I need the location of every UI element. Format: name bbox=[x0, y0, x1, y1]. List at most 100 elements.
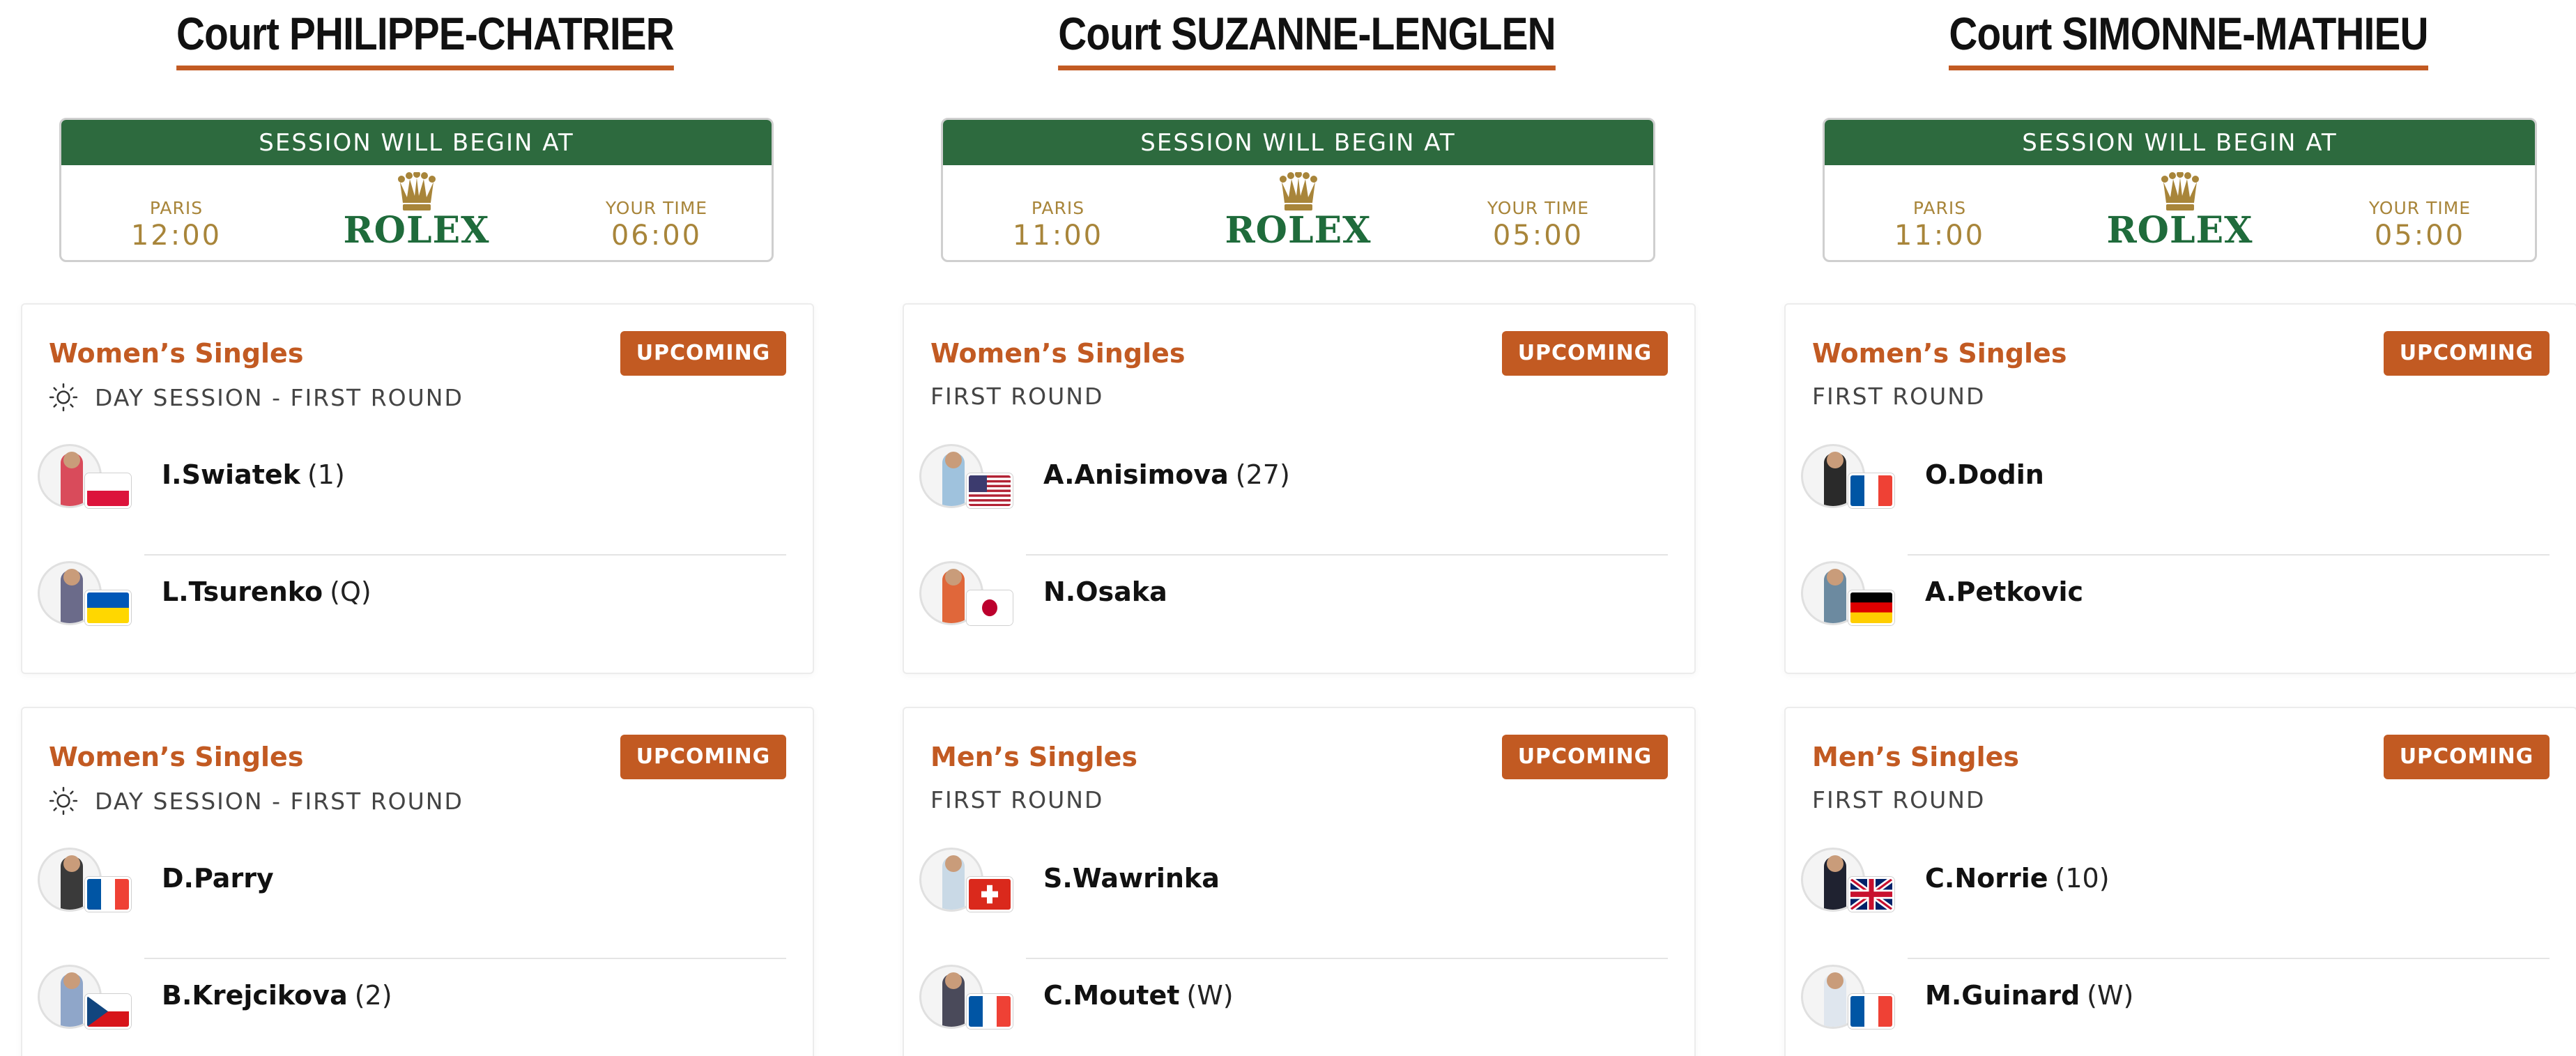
player-name[interactable]: C.Norrie (10) bbox=[1925, 863, 2110, 894]
rolex-logo: ROLEX bbox=[1225, 172, 1371, 249]
round-text: DAY SESSION - FIRST ROUND bbox=[95, 383, 463, 411]
rolex-wordmark: ROLEX bbox=[1225, 209, 1372, 252]
player-seed: (2) bbox=[354, 980, 392, 1011]
match-card[interactable]: Women’s Singles UPCOMING DAY SESSION - F… bbox=[21, 707, 814, 1056]
your-time-label: YOUR TIME bbox=[605, 198, 708, 218]
session-start-box: SESSION WILL BEGIN AT PARIS 11:00 ROLEX … bbox=[1823, 118, 2537, 262]
status-badge: UPCOMING bbox=[2384, 331, 2550, 376]
player-row[interactable]: C.Moutet (W) bbox=[919, 965, 1672, 1041]
player-seed: (27) bbox=[1235, 459, 1290, 490]
player-row[interactable]: C.Norrie (10) bbox=[1801, 848, 2554, 924]
paris-time: PARIS 11:00 bbox=[953, 198, 1163, 252]
crown-icon bbox=[2161, 172, 2199, 211]
crown-icon bbox=[397, 172, 436, 211]
flag-france-icon bbox=[1848, 994, 1894, 1029]
round-text: FIRST ROUND bbox=[930, 786, 1104, 813]
round-text: FIRST ROUND bbox=[1812, 786, 1986, 813]
paris-label: PARIS bbox=[149, 198, 204, 218]
flag-france-icon bbox=[967, 994, 1013, 1029]
status-badge: UPCOMING bbox=[1502, 331, 1668, 376]
flag-france-icon bbox=[85, 877, 131, 912]
paris-time-value: 12:00 bbox=[130, 220, 222, 252]
player-divider bbox=[1026, 958, 1668, 959]
player-divider bbox=[144, 958, 786, 959]
player-name[interactable]: N.Osaka bbox=[1043, 576, 1167, 607]
your-time: YOUR TIME 06:00 bbox=[552, 198, 761, 252]
match-card[interactable]: Men’s Singles UPCOMING FIRST ROUND S.Waw… bbox=[903, 707, 1696, 1056]
player-seed: (1) bbox=[307, 459, 345, 490]
round-text: FIRST ROUND bbox=[1812, 383, 1986, 410]
paris-time-value: 11:00 bbox=[1012, 220, 1104, 252]
your-time-label: YOUR TIME bbox=[1487, 198, 1590, 218]
player-name[interactable]: L.Tsurenko (Q) bbox=[162, 576, 371, 607]
player-name[interactable]: S.Wawrinka bbox=[1043, 863, 1220, 894]
event-name: Men’s Singles bbox=[1812, 742, 2019, 772]
flag-ukraine-icon bbox=[85, 590, 131, 625]
player-divider bbox=[1908, 958, 2550, 959]
player-name[interactable]: A.Petkovic bbox=[1925, 576, 2083, 607]
your-time: YOUR TIME 05:00 bbox=[1434, 198, 1643, 252]
court-title[interactable]: Court SUZANNE-LENGLEN bbox=[956, 6, 1657, 70]
sun-icon bbox=[49, 383, 78, 412]
flag-germany-icon bbox=[1848, 590, 1894, 625]
player-row[interactable]: M.Guinard (W) bbox=[1801, 965, 2554, 1041]
player-seed: (10) bbox=[2055, 863, 2110, 894]
player-name[interactable]: D.Parry bbox=[162, 863, 274, 894]
your-time-value: 05:00 bbox=[1492, 220, 1584, 252]
event-name: Women’s Singles bbox=[930, 338, 1186, 369]
your-time: YOUR TIME 05:00 bbox=[2315, 198, 2524, 252]
player-row[interactable]: D.Parry bbox=[38, 848, 790, 924]
round-label: FIRST ROUND bbox=[1812, 786, 1985, 813]
player-row[interactable]: L.Tsurenko (Q) bbox=[38, 561, 790, 638]
player-seed: (W) bbox=[1186, 980, 1234, 1011]
status-badge: UPCOMING bbox=[620, 735, 786, 779]
paris-time-value: 11:00 bbox=[1894, 220, 1986, 252]
match-card[interactable]: Women’s Singles UPCOMING DAY SESSION - F… bbox=[21, 303, 814, 674]
your-time-value: 05:00 bbox=[2374, 220, 2466, 252]
player-divider bbox=[144, 554, 786, 556]
rolex-logo: ROLEX bbox=[343, 172, 489, 249]
event-name: Women’s Singles bbox=[49, 742, 304, 772]
player-name[interactable]: A.Anisimova (27) bbox=[1043, 459, 1290, 490]
player-row[interactable]: A.Petkovic bbox=[1801, 561, 2554, 638]
player-name[interactable]: I.Swiatek (1) bbox=[162, 459, 345, 490]
flag-usa-icon bbox=[967, 473, 1013, 508]
session-header: SESSION WILL BEGIN AT bbox=[61, 120, 772, 165]
player-row[interactable]: A.Anisimova (27) bbox=[919, 444, 1672, 521]
player-row[interactable]: N.Osaka bbox=[919, 561, 1672, 638]
player-name[interactable]: B.Krejcikova (2) bbox=[162, 980, 392, 1011]
rolex-logo: ROLEX bbox=[2106, 172, 2253, 249]
player-name[interactable]: M.Guinard (W) bbox=[1925, 980, 2133, 1011]
your-time-label: YOUR TIME bbox=[2368, 198, 2471, 218]
player-row[interactable]: O.Dodin bbox=[1801, 444, 2554, 521]
court-title[interactable]: Court PHILIPPE-CHATRIER bbox=[75, 6, 776, 70]
crown-icon bbox=[1279, 172, 1317, 211]
round-label: DAY SESSION - FIRST ROUND bbox=[49, 383, 463, 412]
paris-label: PARIS bbox=[1031, 198, 1085, 218]
paris-label: PARIS bbox=[1912, 198, 1967, 218]
paris-time: PARIS 11:00 bbox=[1835, 198, 2044, 252]
match-card[interactable]: Women’s Singles UPCOMING FIRST ROUND A.A… bbox=[903, 303, 1696, 674]
paris-time: PARIS 12:00 bbox=[72, 198, 281, 252]
player-row[interactable]: B.Krejcikova (2) bbox=[38, 965, 790, 1041]
match-card[interactable]: Women’s Singles UPCOMING FIRST ROUND O.D… bbox=[1784, 303, 2576, 674]
round-label: FIRST ROUND bbox=[930, 383, 1103, 410]
flag-switzerland-icon bbox=[967, 877, 1013, 912]
status-badge: UPCOMING bbox=[2384, 735, 2550, 779]
player-name[interactable]: C.Moutet (W) bbox=[1043, 980, 1234, 1011]
flag-japan-icon bbox=[967, 590, 1013, 625]
player-row[interactable]: I.Swiatek (1) bbox=[38, 444, 790, 521]
sun-icon bbox=[49, 786, 78, 816]
player-row[interactable]: S.Wawrinka bbox=[919, 848, 1672, 924]
round-text: FIRST ROUND bbox=[930, 383, 1104, 410]
round-label: DAY SESSION - FIRST ROUND bbox=[49, 786, 463, 816]
your-time-value: 06:00 bbox=[611, 220, 703, 252]
player-divider bbox=[1908, 554, 2550, 556]
player-name[interactable]: O.Dodin bbox=[1925, 459, 2044, 490]
event-name: Men’s Singles bbox=[930, 742, 1137, 772]
round-label: FIRST ROUND bbox=[930, 786, 1103, 813]
court-title[interactable]: Court SIMONNE-MATHIEU bbox=[1838, 6, 2539, 70]
event-name: Women’s Singles bbox=[1812, 338, 2067, 369]
flag-france-icon bbox=[1848, 473, 1894, 508]
match-card[interactable]: Men’s Singles UPCOMING FIRST ROUND C.Nor… bbox=[1784, 707, 2576, 1056]
